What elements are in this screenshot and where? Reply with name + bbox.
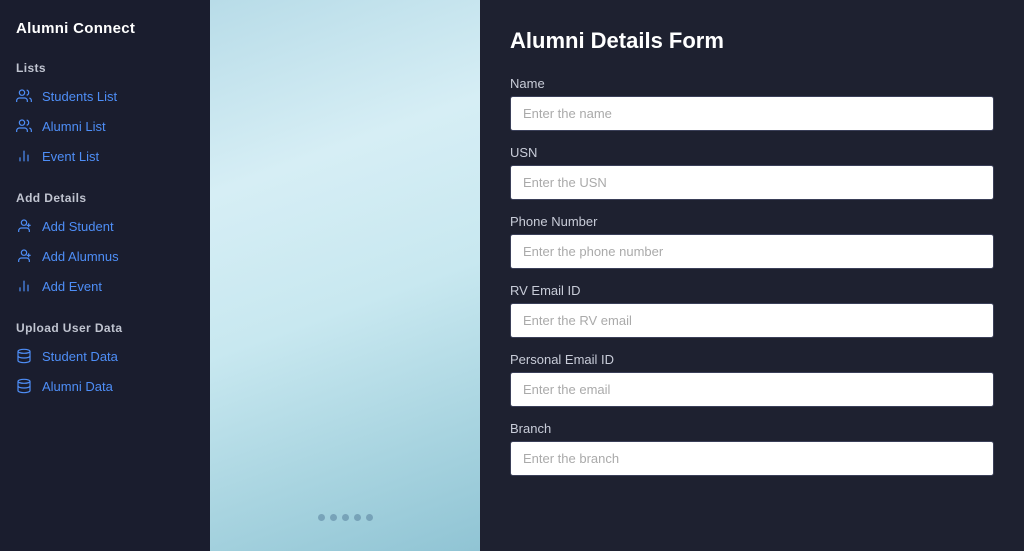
sidebar-item-label: Add Alumnus — [42, 249, 119, 264]
label-usn: USN — [510, 145, 994, 160]
section-label-lists: Lists — [0, 55, 210, 81]
input-name[interactable] — [510, 96, 994, 131]
form-group-usn: USN — [510, 145, 994, 200]
sidebar-item-students-list[interactable]: Students List — [0, 81, 210, 111]
sidebar-item-add-student[interactable]: Add Student — [0, 211, 210, 241]
sidebar-item-event-list[interactable]: Event List — [0, 141, 210, 171]
input-rv-email[interactable] — [510, 303, 994, 338]
main-content: Alumni Details Form Name USN Phone Numbe… — [210, 0, 1024, 551]
input-personal-email[interactable] — [510, 372, 994, 407]
label-rv-email: RV Email ID — [510, 283, 994, 298]
input-branch[interactable] — [510, 441, 994, 476]
bar-chart-icon — [16, 148, 32, 164]
dot-4 — [354, 514, 361, 521]
sidebar-item-student-data[interactable]: Student Data — [0, 341, 210, 371]
form-group-branch: Branch — [510, 421, 994, 476]
input-usn[interactable] — [510, 165, 994, 200]
sidebar-item-label: Add Student — [42, 219, 114, 234]
sidebar-item-add-event[interactable]: Add Event — [0, 271, 210, 301]
sidebar-item-label: Alumni List — [42, 119, 106, 134]
form-title: Alumni Details Form — [510, 28, 994, 54]
form-group-rv-email: RV Email ID — [510, 283, 994, 338]
sidebar-item-label: Alumni Data — [42, 379, 113, 394]
bar-chart-icon — [16, 278, 32, 294]
database-icon — [16, 348, 32, 364]
sidebar-item-label: Add Event — [42, 279, 102, 294]
sidebar-item-add-alumnus[interactable]: Add Alumnus — [0, 241, 210, 271]
sidebar-item-alumni-list[interactable]: Alumni List — [0, 111, 210, 141]
form-group-personal-email: Personal Email ID — [510, 352, 994, 407]
app-logo: Alumni Connect — [0, 14, 210, 55]
sidebar-item-label: Student Data — [42, 349, 118, 364]
label-personal-email: Personal Email ID — [510, 352, 994, 367]
input-phone[interactable] — [510, 234, 994, 269]
section-label-add-details: Add Details — [0, 185, 210, 211]
sidebar-item-alumni-data[interactable]: Alumni Data — [0, 371, 210, 401]
sidebar-item-label: Students List — [42, 89, 117, 104]
user-plus-icon — [16, 218, 32, 234]
dot-1 — [318, 514, 325, 521]
image-dots — [318, 514, 373, 521]
section-label-upload: Upload User Data — [0, 315, 210, 341]
label-phone: Phone Number — [510, 214, 994, 229]
label-name: Name — [510, 76, 994, 91]
users-icon — [16, 118, 32, 134]
label-branch: Branch — [510, 421, 994, 436]
form-group-name: Name — [510, 76, 994, 131]
dot-3 — [342, 514, 349, 521]
form-panel: Alumni Details Form Name USN Phone Numbe… — [480, 0, 1024, 551]
sidebar-item-label: Event List — [42, 149, 99, 164]
form-group-phone: Phone Number — [510, 214, 994, 269]
database-icon — [16, 378, 32, 394]
image-panel — [210, 0, 480, 551]
user-plus-icon — [16, 248, 32, 264]
sidebar: Alumni Connect Lists Students List Alumn… — [0, 0, 210, 551]
dot-2 — [330, 514, 337, 521]
users-icon — [16, 88, 32, 104]
dot-5 — [366, 514, 373, 521]
